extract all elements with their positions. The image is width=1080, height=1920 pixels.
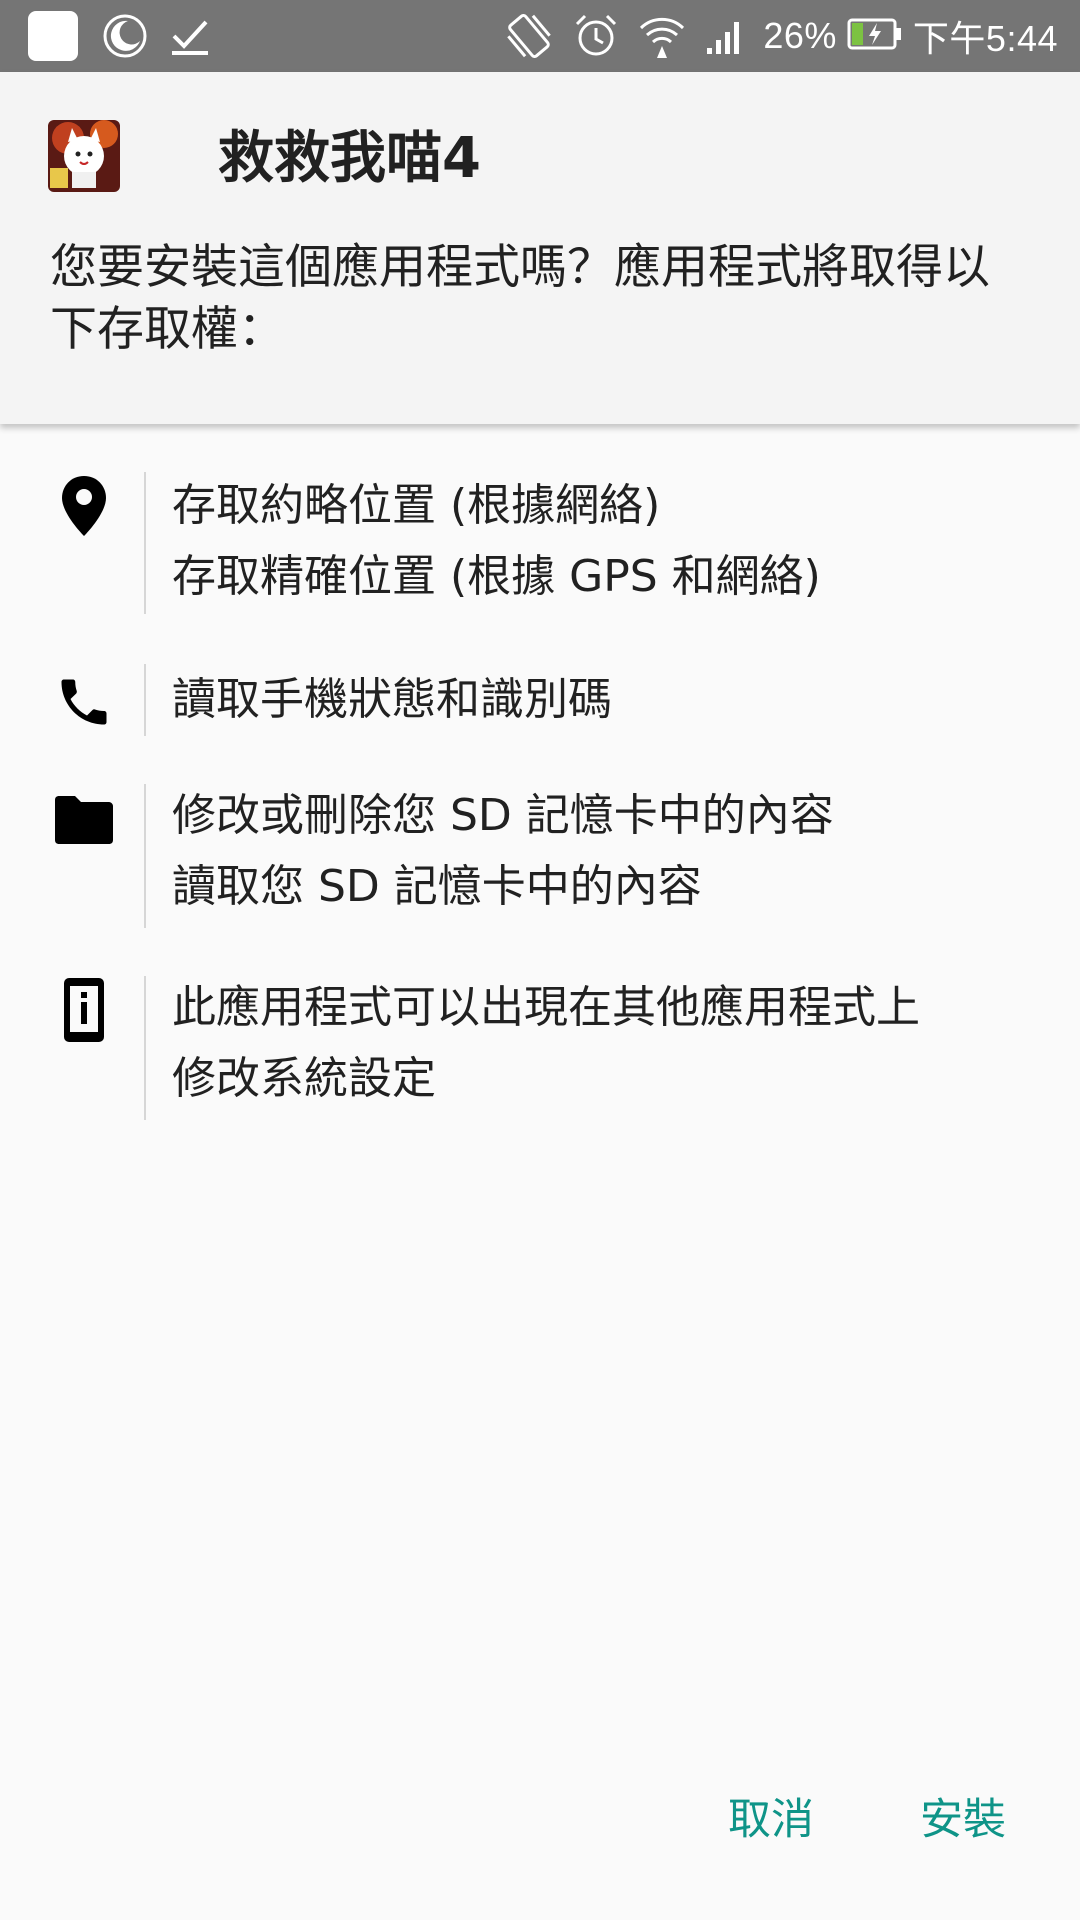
notification-square-icon — [28, 11, 78, 61]
clock-time: 下午5:44 — [912, 18, 1058, 59]
app-name: 救救我喵4 — [218, 126, 481, 191]
permission-divider — [144, 472, 146, 614]
permission-divider — [144, 976, 146, 1120]
night-mode-icon — [100, 11, 150, 61]
permission-line: 存取精確位置 (根據 GPS 和網絡) — [172, 551, 821, 602]
permission-texts: 存取約略位置 (根據網絡) 存取精確位置 (根據 GPS 和網絡) — [172, 470, 1052, 612]
permission-line: 讀取手機狀態和識別碼 — [172, 674, 612, 725]
install-dialog-header: 救救我喵4 您要安裝這個應用程式嗎？應用程式將取得以下存取權： — [0, 72, 1080, 424]
status-bar-left — [28, 0, 230, 72]
permission-texts: 讀取手機狀態和識別碼 — [172, 664, 1052, 735]
battery-charging-icon — [847, 17, 903, 55]
phone-icon — [52, 670, 116, 734]
install-button[interactable]: 安裝 — [912, 1790, 1014, 1850]
permission-divider — [144, 784, 146, 928]
status-bar: 26% 下午5:44 — [0, 0, 1080, 72]
app-icon — [48, 120, 120, 192]
auto-rotate-icon — [503, 11, 555, 61]
wifi-icon — [637, 12, 687, 60]
location-pin-icon — [52, 474, 116, 538]
permission-line: 修改系統設定 — [172, 1053, 436, 1104]
cancel-button[interactable]: 取消 — [720, 1790, 822, 1850]
alarm-icon — [573, 12, 619, 60]
battery-percent: 26% — [763, 15, 837, 56]
cellular-signal-icon — [705, 16, 745, 56]
permission-line: 此應用程式可以出現在其他應用程式上 — [172, 982, 920, 1033]
permission-line: 修改或刪除您 SD 記憶卡中的內容 — [172, 790, 834, 841]
permission-line: 讀取您 SD 記憶卡中的內容 — [172, 861, 702, 912]
permission-line: 存取約略位置 (根據網絡) — [172, 480, 661, 531]
status-bar-right: 26% 下午5:44 — [503, 0, 1058, 72]
device-info-icon — [52, 978, 116, 1042]
folder-icon — [52, 788, 116, 852]
download-done-icon — [168, 14, 212, 58]
permission-divider — [144, 664, 146, 736]
install-question: 您要安裝這個應用程式嗎？應用程式將取得以下存取權： — [50, 240, 990, 357]
permission-texts: 修改或刪除您 SD 記憶卡中的內容 讀取您 SD 記憶卡中的內容 — [172, 780, 1052, 922]
permission-texts: 此應用程式可以出現在其他應用程式上 修改系統設定 — [172, 972, 1052, 1114]
